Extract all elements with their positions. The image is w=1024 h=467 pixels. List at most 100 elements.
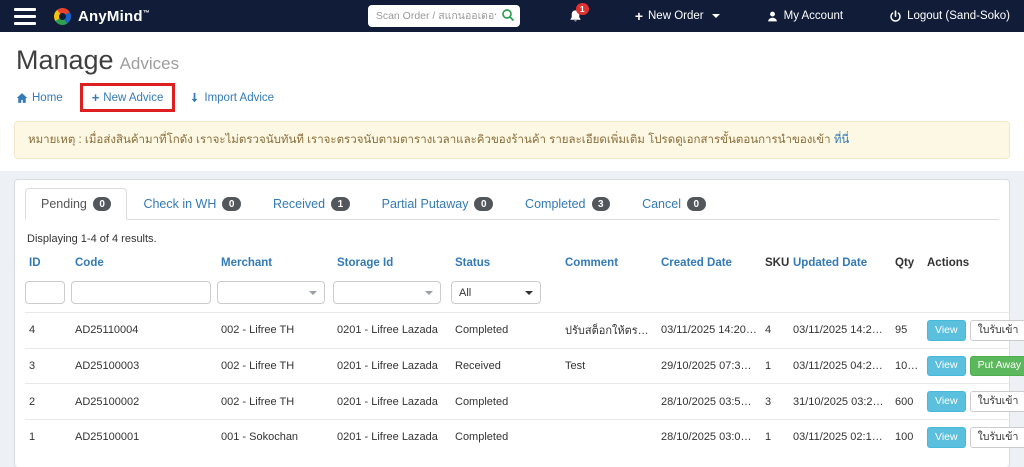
- new-advice-link[interactable]: + New Advice: [92, 91, 164, 104]
- column-header-updated-date[interactable]: Updated Date: [789, 249, 891, 277]
- receipt-button[interactable]: ใบรับเข้า: [969, 427, 1024, 448]
- cell-created: 28/10/2025 03:04:26: [657, 419, 761, 455]
- logout-button[interactable]: Logout (Sand-Soko): [889, 9, 1010, 23]
- cell-updated: 03/11/2025 14:27:33: [789, 312, 891, 349]
- cell-id: 3: [25, 347, 71, 384]
- view-button[interactable]: View: [927, 320, 966, 341]
- cell-actions: View ใบรับเข้า: [923, 312, 1024, 349]
- cell-storage: 0201 - Lifree Lazada: [333, 312, 451, 349]
- merchant-filter-select[interactable]: [217, 281, 325, 305]
- column-header-code[interactable]: Code: [71, 249, 217, 277]
- tab-label: Received: [272, 197, 326, 212]
- id-filter-input[interactable]: [25, 281, 65, 305]
- tab-received[interactable]: Received 1: [257, 188, 366, 220]
- tab-count-badge: 0: [222, 197, 241, 212]
- red-annotation-box: + New Advice: [79, 83, 176, 112]
- column-header-merchant[interactable]: Merchant: [217, 249, 333, 277]
- import-advice-link[interactable]: Import Advice: [189, 92, 274, 104]
- tab-label: Completed: [525, 197, 586, 212]
- cell-sku: 4: [761, 312, 789, 349]
- navbar: AnyMind™ 1 + New Order My Account Logout…: [0, 0, 1024, 32]
- cell-actions: View ใบรับเข้า: [923, 419, 1024, 455]
- advices-card: Pending 0 Check in WH 0 Received 1 Partial Put…: [14, 179, 1024, 467]
- table-row: 1 AD25100001 001 - Sokochan 0201 - Lifree L…: [25, 419, 1024, 455]
- column-header-sku: SKU: [765, 257, 789, 270]
- cell-code: AD25100002: [71, 383, 217, 420]
- put-away-button[interactable]: Put Away: [969, 355, 1024, 377]
- column-header-actions: Actions: [927, 257, 970, 270]
- storage-filter-select[interactable]: [333, 281, 441, 305]
- power-icon: [889, 9, 902, 23]
- tab-cancel[interactable]: Cancel 0: [626, 188, 721, 220]
- new-order-button[interactable]: + New Order: [635, 9, 720, 23]
- plus-icon: +: [634, 8, 643, 24]
- hamburger-menu-icon[interactable]: [14, 7, 36, 25]
- notifications-button[interactable]: 1: [568, 2, 589, 24]
- chevron-down-icon: [525, 290, 533, 295]
- column-header-storage-id[interactable]: Storage Id: [333, 249, 451, 277]
- page-subtitle: Advices: [119, 54, 180, 73]
- notice-banner: หมายเหตุ : เมื่อส่งสินค้ามาที่โกดัง เราจ…: [14, 121, 1010, 160]
- tab-count-badge: 0: [474, 197, 494, 212]
- cell-id: 1: [25, 419, 71, 455]
- tab-count-badge: 0: [686, 197, 706, 212]
- column-header-id[interactable]: ID: [25, 249, 71, 277]
- cell-created: 03/11/2025 14:20:46: [657, 312, 761, 349]
- content-area: Pending 0 Check in WH 0 Received 1 Partial Put…: [0, 171, 1024, 467]
- tab-label: Pending: [41, 197, 87, 212]
- home-link[interactable]: Home: [16, 92, 63, 104]
- cell-comment: Test: [561, 347, 657, 384]
- notice-here-link[interactable]: ที่นี่: [834, 134, 849, 146]
- tab-label: Check in WH: [143, 197, 217, 212]
- cell-sku: 3: [761, 383, 789, 420]
- tab-pending[interactable]: Pending 0: [25, 188, 128, 221]
- cell-status: Completed: [451, 383, 561, 420]
- search-icon[interactable]: [501, 8, 515, 22]
- cell-status: Completed: [451, 419, 561, 455]
- tab-completed[interactable]: Completed 3: [509, 188, 626, 220]
- search-input[interactable]: [367, 5, 520, 27]
- cell-storage: 0201 - Lifree Lazada: [333, 347, 451, 384]
- cell-id: 2: [25, 383, 71, 420]
- view-button[interactable]: View: [927, 355, 966, 377]
- cell-merchant: 001 - Sokochan: [217, 419, 333, 455]
- tab-label: Cancel: [642, 197, 681, 212]
- column-header-created-date[interactable]: Created Date: [657, 249, 761, 277]
- tab-bar: Pending 0 Check in WH 0 Received 1 Partial Put…: [25, 188, 999, 221]
- tab-count-badge: 3: [591, 197, 611, 212]
- chevron-down-icon: [711, 14, 720, 18]
- code-filter-input[interactable]: [71, 281, 211, 305]
- cell-code: AD25100001: [71, 419, 217, 455]
- column-header-qty: Qty: [895, 257, 915, 270]
- view-button[interactable]: View: [927, 427, 966, 448]
- cell-qty: 95: [891, 312, 923, 349]
- notice-text: หมายเหตุ : เมื่อส่งสินค้ามาที่โกดัง เราจ…: [28, 134, 831, 146]
- results-summary: Displaying 1-4 of 4 results.: [27, 233, 157, 246]
- column-header-comment[interactable]: Comment: [561, 249, 657, 277]
- cell-comment: [561, 419, 657, 455]
- cell-merchant: 002 - Lifree TH: [217, 383, 333, 420]
- my-account-button[interactable]: My Account: [766, 10, 843, 23]
- column-header-status[interactable]: Status: [451, 249, 561, 277]
- cell-created: 28/10/2025 03:57:45: [657, 383, 761, 420]
- receipt-button[interactable]: ใบรับเข้า: [969, 391, 1024, 413]
- cell-status: Completed: [451, 312, 561, 349]
- tab-check-in-wh[interactable]: Check in WH 0: [127, 188, 257, 220]
- page-header: Manage Advices Home + New Advice Import A…: [0, 32, 1024, 172]
- cell-storage: 0201 - Lifree Lazada: [333, 419, 451, 455]
- brand-logo[interactable]: AnyMind™: [54, 7, 150, 25]
- status-filter-select[interactable]: All: [451, 281, 541, 305]
- receipt-button[interactable]: ใบรับเข้า: [969, 320, 1024, 341]
- home-icon: [16, 92, 28, 104]
- cell-actions: View Put Away: [923, 347, 1024, 384]
- tab-count-badge: 0: [92, 197, 112, 212]
- tab-partial-putaway[interactable]: Partial Putaway 0: [366, 188, 509, 220]
- cell-id: 4: [25, 312, 71, 349]
- table-filter-row: All: [25, 277, 1011, 313]
- status-filter-value: All: [459, 286, 472, 299]
- download-arrow-icon: [189, 92, 200, 104]
- chevron-down-icon: [425, 290, 433, 295]
- view-button[interactable]: View: [927, 391, 966, 413]
- cell-sku: 1: [761, 419, 789, 455]
- cell-qty: 100: [891, 419, 923, 455]
